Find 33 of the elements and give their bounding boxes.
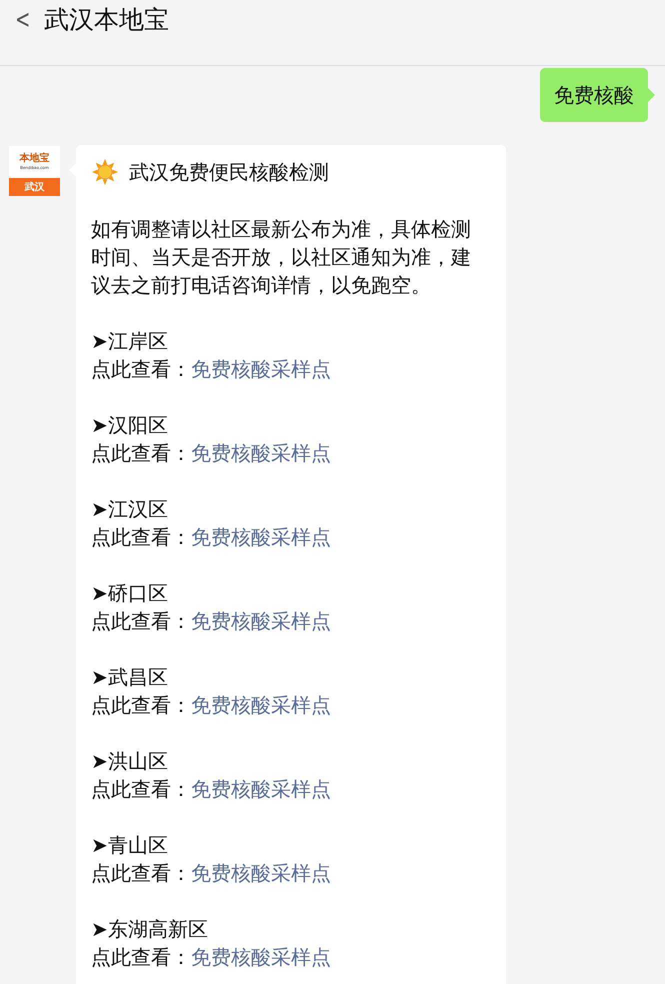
link-prompt: 点此查看： (91, 525, 191, 549)
sample-site-link[interactable]: 免费核酸采样点 (191, 525, 331, 549)
bubble-tail (648, 88, 655, 102)
district-name: ➤洪山区 (91, 748, 169, 775)
link-prompt: 点此查看： (91, 357, 191, 381)
sample-site-link[interactable]: 免费核酸采样点 (191, 861, 331, 885)
district-name: ➤武昌区 (91, 664, 169, 691)
district-name: ➤硚口区 (91, 580, 169, 607)
district-name: ➤青山区 (91, 832, 169, 859)
link-prompt: 点此查看： (91, 609, 191, 633)
message-title: 武汉免费便民核酸检测 (129, 159, 329, 186)
link-prompt: 点此查看： (91, 441, 191, 465)
sun-icon (91, 158, 119, 186)
sample-site-link[interactable]: 免费核酸采样点 (191, 945, 331, 969)
link-prompt: 点此查看： (91, 693, 191, 717)
city-label: 武汉 (9, 178, 60, 196)
sample-site-link[interactable]: 免费核酸采样点 (191, 609, 331, 633)
sample-site-link[interactable]: 免费核酸采样点 (191, 693, 331, 717)
link-prompt: 点此查看： (91, 777, 191, 801)
logo-text: 本地宝 (20, 153, 50, 165)
link-prompt: 点此查看： (91, 861, 191, 885)
link-prompt: 点此查看： (91, 945, 191, 969)
district-name: ➤东湖高新区 (91, 916, 209, 943)
back-button[interactable]: < (15, 4, 39, 36)
intro-paragraph: 如有调整请以社区最新公布为准，具体检测时间、当天是否开放，以社区通知为准，建议去之前打电话咨询详情，以免跑空。 (91, 216, 472, 299)
chat-title: 武汉本地宝 (44, 4, 169, 36)
message-bubble: 免费核酸 (540, 68, 648, 122)
district-name: ➤江汉区 (91, 496, 169, 523)
sample-site-link[interactable]: 免费核酸采样点 (191, 357, 331, 381)
sample-site-link[interactable]: 免费核酸采样点 (191, 777, 331, 801)
district-name: ➤汉阳区 (91, 412, 169, 439)
district-name: ➤江岸区 (91, 328, 169, 355)
sample-site-link[interactable]: 免费核酸采样点 (191, 441, 331, 465)
